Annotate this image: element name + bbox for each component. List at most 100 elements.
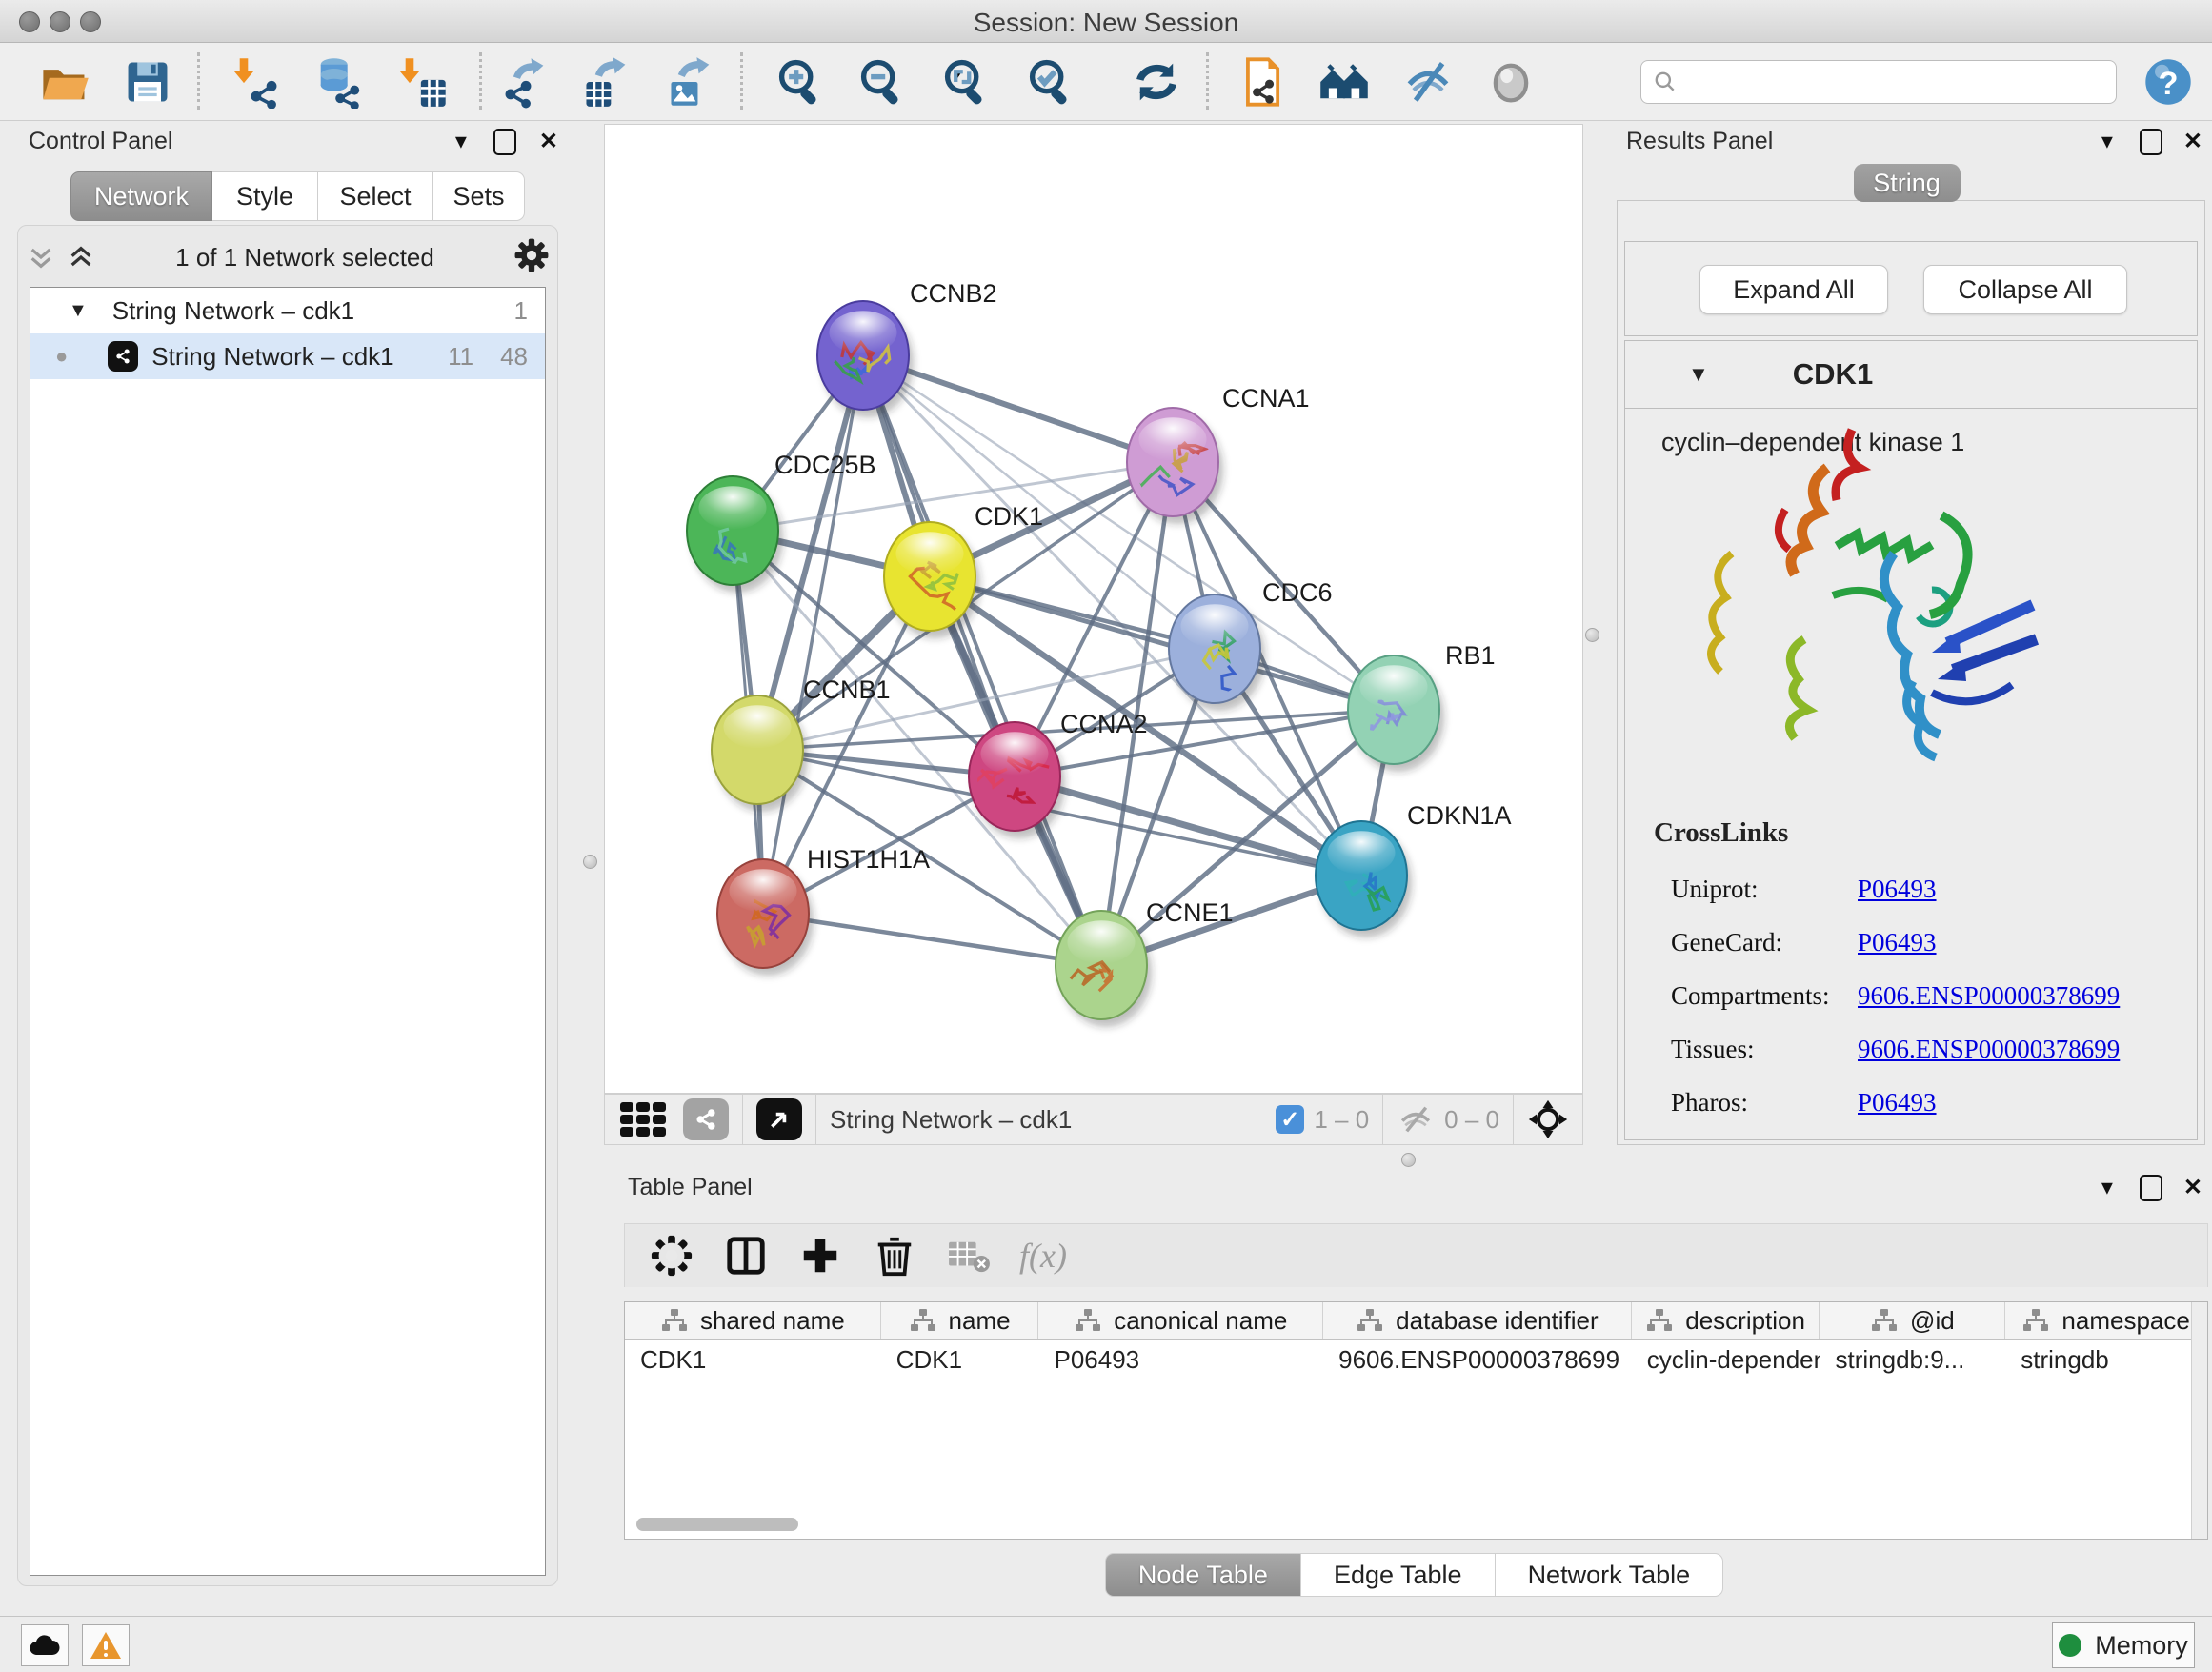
delete-table-icon[interactable]: [943, 1230, 995, 1281]
tab-network-table[interactable]: Network Table: [1496, 1553, 1724, 1597]
save-session-icon[interactable]: [121, 55, 174, 109]
edge-CCNB2-HIST1H1A[interactable]: [763, 355, 863, 914]
table-cell[interactable]: stringdb: [2005, 1340, 2207, 1380]
edge-CCNB2-CCNE1[interactable]: [863, 355, 1101, 965]
column-header-namespace[interactable]: namespace: [2005, 1302, 2207, 1339]
table-options-gear-icon[interactable]: [646, 1230, 697, 1281]
first-neighbors-icon[interactable]: [1317, 55, 1371, 109]
tab-network[interactable]: Network: [70, 171, 212, 221]
network-row[interactable]: ● String Network – cdk1 11 48: [30, 333, 545, 379]
table-cell[interactable]: 9606.ENSP00000378699: [1323, 1340, 1632, 1380]
table-cell[interactable]: stringdb:9...: [1820, 1340, 2006, 1380]
close-panel-icon[interactable]: ✕: [2183, 1177, 2202, 1199]
table-row[interactable]: CDK1CDK1P064939606.ENSP00000378699cyclin…: [625, 1340, 2207, 1380]
crosslink-link[interactable]: 9606.ENSP00000378699: [1858, 981, 2120, 1011]
node-CDKN1A[interactable]: [1316, 821, 1412, 937]
crosslink-link[interactable]: P06493: [1858, 875, 1937, 904]
collapse-all-button[interactable]: Collapse All: [1923, 265, 2127, 314]
float-panel-icon[interactable]: [493, 129, 516, 155]
panel-menu-icon[interactable]: ▾: [2101, 131, 2113, 153]
delete-column-icon[interactable]: [869, 1230, 920, 1281]
birds-eye-toggle-icon[interactable]: [1527, 1098, 1569, 1140]
import-network-database-icon[interactable]: [312, 55, 365, 109]
import-network-file-icon[interactable]: [231, 55, 284, 109]
panel-menu-icon[interactable]: ▾: [455, 131, 467, 153]
zoom-in-icon[interactable]: [774, 55, 827, 109]
float-panel-icon[interactable]: [2140, 129, 2162, 155]
cloud-status-button[interactable]: [21, 1624, 69, 1666]
import-table-file-icon[interactable]: [396, 55, 450, 109]
network-options-gear-icon[interactable]: [513, 237, 550, 278]
horizontal-scrollbar-thumb[interactable]: [636, 1518, 798, 1531]
node-RB1[interactable]: [1348, 655, 1444, 772]
network-collection-row[interactable]: ▼ String Network – cdk1 1: [30, 288, 545, 333]
node-table[interactable]: shared namenamecanonical namedatabase id…: [624, 1301, 2208, 1540]
column-header-description[interactable]: description: [1632, 1302, 1820, 1339]
expand-all-icon[interactable]: [66, 242, 96, 272]
panel-menu-icon[interactable]: ▾: [2101, 1177, 2113, 1199]
tab-sets[interactable]: Sets: [433, 171, 525, 221]
table-cell[interactable]: CDK1: [881, 1340, 1039, 1380]
zoom-out-icon[interactable]: [855, 55, 909, 109]
node-CCNE1[interactable]: [1056, 911, 1152, 1027]
zoom-selected-icon[interactable]: [1024, 55, 1077, 109]
table-cell[interactable]: cyclin-dependent ...: [1632, 1340, 1820, 1380]
node-CCNA2[interactable]: [969, 722, 1065, 838]
node-CDK1[interactable]: [884, 522, 980, 638]
function-builder-icon[interactable]: f(x): [1017, 1230, 1069, 1281]
memory-button[interactable]: Memory: [2052, 1622, 2195, 1668]
network-view-canvas[interactable]: CCNB2CCNA1CDC25BCDK1CDC6RB1CCNB1CCNA2CDK…: [604, 124, 1583, 1094]
export-table-icon[interactable]: [580, 55, 633, 109]
create-column-icon[interactable]: [794, 1230, 846, 1281]
column-header-shared-name[interactable]: shared name: [625, 1302, 881, 1339]
collapse-all-icon[interactable]: [26, 242, 56, 272]
crosslink-link[interactable]: P06493: [1858, 1088, 1937, 1118]
node-CDC25B[interactable]: [687, 476, 783, 593]
search-input[interactable]: [1678, 68, 2091, 96]
network-overview-icon[interactable]: [683, 1098, 729, 1140]
protein-expander-icon[interactable]: ▼: [1688, 362, 1709, 387]
table-cell[interactable]: CDK1: [625, 1340, 881, 1380]
column-header-database-identifier[interactable]: database identifier: [1323, 1302, 1632, 1339]
node-HIST1H1A[interactable]: [717, 859, 814, 976]
tab-string[interactable]: String: [1854, 164, 1961, 202]
crosslink-link[interactable]: 9606.ENSP00000378699: [1858, 1035, 2120, 1064]
apply-layout-icon[interactable]: [1130, 55, 1183, 109]
zoom-fit-icon[interactable]: [939, 55, 993, 109]
show-columns-icon[interactable]: [720, 1230, 772, 1281]
hide-selected-icon[interactable]: [1401, 55, 1455, 109]
network-from-selection-icon[interactable]: [1236, 55, 1289, 109]
help-icon[interactable]: ?: [2142, 55, 2195, 109]
edge-HIST1H1A-CCNE1[interactable]: [763, 914, 1101, 965]
bottom-splitter-grip[interactable]: [1401, 1153, 1416, 1167]
column-header-name[interactable]: name: [881, 1302, 1039, 1339]
node-CCNA1[interactable]: [1124, 408, 1223, 524]
float-panel-icon[interactable]: [2140, 1175, 2162, 1201]
column-header-id[interactable]: @id: [1820, 1302, 2005, 1339]
selected-counts: 1 – 0: [1314, 1105, 1369, 1135]
collection-expander-icon[interactable]: ▼: [69, 300, 88, 322]
show-all-icon[interactable]: [1484, 55, 1538, 109]
close-panel-icon[interactable]: ✕: [2183, 131, 2202, 153]
vertical-scrollbar-track[interactable]: [2191, 1302, 2207, 1539]
tab-style[interactable]: Style: [212, 171, 318, 221]
column-header-canonical-name[interactable]: canonical name: [1038, 1302, 1323, 1339]
tab-node-table[interactable]: Node Table: [1105, 1553, 1301, 1597]
selected-nodes-checkbox[interactable]: ✓: [1276, 1105, 1304, 1134]
open-session-icon[interactable]: [38, 55, 91, 109]
left-splitter-grip[interactable]: [583, 855, 597, 869]
table-cell[interactable]: P06493: [1038, 1340, 1323, 1380]
export-image-icon[interactable]: [665, 55, 718, 109]
close-panel-icon[interactable]: ✕: [539, 131, 558, 153]
expand-all-button[interactable]: Expand All: [1699, 265, 1888, 314]
detach-view-icon[interactable]: [756, 1098, 802, 1140]
tab-edge-table[interactable]: Edge Table: [1301, 1553, 1496, 1597]
grid-view-icon[interactable]: [620, 1102, 666, 1137]
export-network-icon[interactable]: [498, 55, 552, 109]
warnings-button[interactable]: [82, 1624, 130, 1666]
crosslink-link[interactable]: P06493: [1858, 928, 1937, 957]
tab-select[interactable]: Select: [318, 171, 433, 221]
node-CDC6[interactable]: [1169, 594, 1265, 711]
right-splitter-grip[interactable]: [1585, 628, 1599, 642]
crosslink-label: GeneCard:: [1671, 928, 1858, 957]
